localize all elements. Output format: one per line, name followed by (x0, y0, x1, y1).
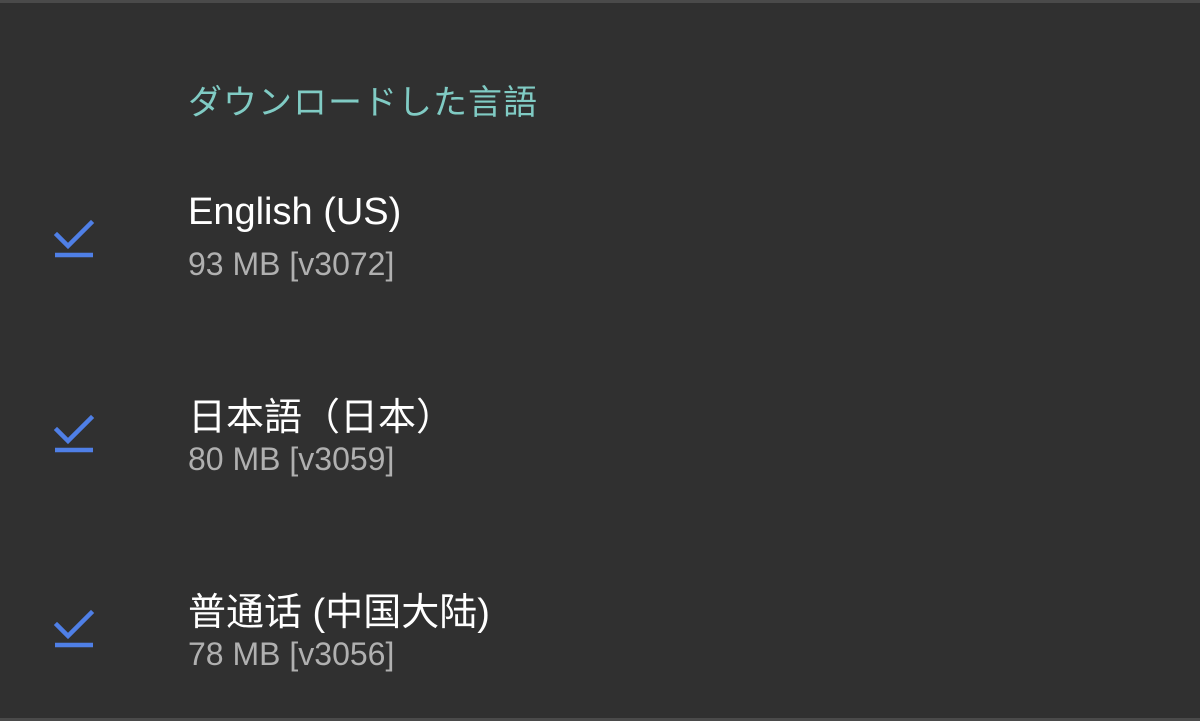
download-done-icon (53, 219, 95, 258)
download-done-icon (53, 609, 95, 648)
language-item-mandarin[interactable]: 普通话 (中国大陆) 78 MB [v3056] (0, 543, 1200, 713)
language-size: 78 MB [v3056] (188, 636, 395, 672)
language-name: 普通话 (中国大陆) (188, 592, 490, 634)
language-item-english-us[interactable]: English (US) 93 MB [v3072] (0, 153, 1200, 323)
download-done-icon (53, 414, 95, 453)
language-name: 日本語（日本） (188, 397, 455, 439)
language-name: English (US) (188, 191, 402, 233)
language-item-japanese[interactable]: 日本語（日本） 80 MB [v3059] (0, 348, 1200, 518)
downloaded-languages-screen: ダウンロードした言語 English (US) 93 MB [v3072] 日本… (0, 0, 1200, 721)
language-size: 93 MB [v3072] (188, 246, 395, 282)
language-size: 80 MB [v3059] (188, 441, 395, 477)
section-header: ダウンロードした言語 (188, 84, 538, 122)
